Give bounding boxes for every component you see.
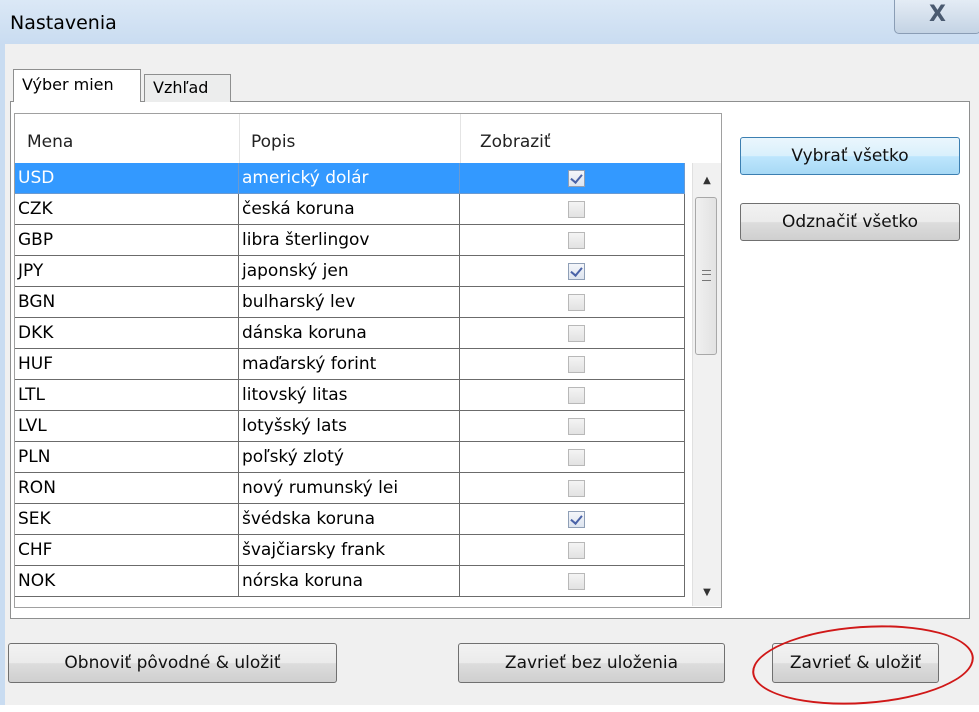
close-icon: X (929, 2, 946, 27)
table-row[interactable]: PLN poľský zlotý (15, 442, 685, 473)
show-checkbox[interactable] (568, 325, 585, 342)
currency-code-cell: USD (15, 163, 239, 194)
currency-description-cell: švajčiarsky frank (239, 535, 460, 566)
currency-description-cell: poľský zlotý (239, 442, 460, 473)
column-header-show[interactable]: Zobraziť (480, 132, 551, 152)
show-checkbox[interactable] (568, 294, 585, 311)
tab-currency-selection[interactable]: Výber mien (13, 69, 141, 102)
currency-code-cell: PLN (15, 442, 239, 473)
window-title: Nastavenia (10, 12, 117, 34)
currency-description-cell: maďarský forint (239, 349, 460, 380)
currency-description-cell: litovský litas (239, 380, 460, 411)
table-row[interactable]: CHF švajčiarsky frank (15, 535, 685, 566)
table-row[interactable]: SEK švédska koruna (15, 504, 685, 535)
column-separator (239, 114, 240, 163)
table-row[interactable]: GBP libra šterlingov (15, 225, 685, 256)
currency-code-cell: CHF (15, 535, 239, 566)
title-bar: Nastavenia X (0, 0, 979, 44)
deselect-all-button[interactable]: Odznačiť všetko (740, 203, 960, 241)
currency-description-cell: nový rumunský lei (239, 473, 460, 504)
column-header-currency[interactable]: Mena (27, 132, 73, 152)
column-header-description[interactable]: Popis (251, 132, 295, 152)
table-row[interactable]: DKK dánska koruna (15, 318, 685, 349)
scroll-down-arrow-icon[interactable]: ▼ (693, 581, 721, 605)
scroll-thumb[interactable] (695, 197, 717, 355)
close-window-button[interactable]: X (894, 0, 979, 34)
currency-code-cell: RON (15, 473, 239, 504)
table-row[interactable]: NOK nórska koruna (15, 566, 685, 597)
currency-description-cell: česká koruna (239, 194, 460, 225)
table-row[interactable]: JPY japonský jen (15, 256, 685, 287)
show-checkbox[interactable] (568, 170, 585, 187)
tab-appearance[interactable]: Vzhľad (144, 74, 231, 102)
close-without-saving-button[interactable]: Zavrieť bez uloženia (458, 643, 725, 683)
currency-code-cell: NOK (15, 566, 239, 597)
currency-description-cell: lotyšský lats (239, 411, 460, 442)
currency-code-cell: LVL (15, 411, 239, 442)
grid-scrollbar[interactable]: ▲ ▼ (692, 163, 721, 606)
currency-code-cell: LTL (15, 380, 239, 411)
table-row[interactable]: RON nový rumunský lei (15, 473, 685, 504)
currency-code-cell: JPY (15, 256, 239, 287)
table-row[interactable]: CZK česká koruna (15, 194, 685, 225)
show-checkbox[interactable] (568, 418, 585, 435)
currency-code-cell: GBP (15, 225, 239, 256)
window-frame (0, 44, 5, 705)
grip-icon (702, 270, 711, 281)
grid-header: Mena Popis Zobraziť (15, 114, 685, 163)
table-row[interactable]: LTL litovský litas (15, 380, 685, 411)
currency-code-cell: HUF (15, 349, 239, 380)
table-row[interactable]: LVL lotyšský lats (15, 411, 685, 442)
close-and-save-button[interactable]: Zavrieť & uložiť (772, 643, 939, 683)
show-checkbox[interactable] (568, 449, 585, 466)
scroll-up-arrow-icon[interactable]: ▲ (693, 169, 721, 193)
show-checkbox[interactable] (568, 387, 585, 404)
currency-code-cell: DKK (15, 318, 239, 349)
restore-defaults-save-button[interactable]: Obnoviť pôvodné & uložiť (8, 643, 337, 683)
show-checkbox[interactable] (568, 356, 585, 373)
show-checkbox[interactable] (568, 263, 585, 280)
currency-description-cell: americký dolár (239, 163, 460, 194)
show-checkbox[interactable] (568, 201, 585, 218)
show-checkbox[interactable] (568, 542, 585, 559)
show-checkbox[interactable] (568, 573, 585, 590)
currency-description-cell: libra šterlingov (239, 225, 460, 256)
column-separator (460, 114, 461, 163)
currency-description-cell: japonský jen (239, 256, 460, 287)
show-checkbox[interactable] (568, 480, 585, 497)
show-checkbox[interactable] (568, 511, 585, 528)
currency-description-cell: švédska koruna (239, 504, 460, 535)
table-row[interactable]: HUF maďarský forint (15, 349, 685, 380)
currency-grid: Mena Popis Zobraziť USD americký dolár CZK… (14, 113, 722, 608)
currency-code-cell: SEK (15, 504, 239, 535)
table-row[interactable]: BGN bulharský lev (15, 287, 685, 318)
currency-code-cell: BGN (15, 287, 239, 318)
currency-description-cell: dánska koruna (239, 318, 460, 349)
currency-code-cell: CZK (15, 194, 239, 225)
select-all-button[interactable]: Vybrať všetko (740, 137, 960, 175)
show-checkbox[interactable] (568, 232, 585, 249)
currency-description-cell: nórska koruna (239, 566, 460, 597)
currency-description-cell: bulharský lev (239, 287, 460, 318)
table-row[interactable]: USD americký dolár (15, 163, 685, 194)
